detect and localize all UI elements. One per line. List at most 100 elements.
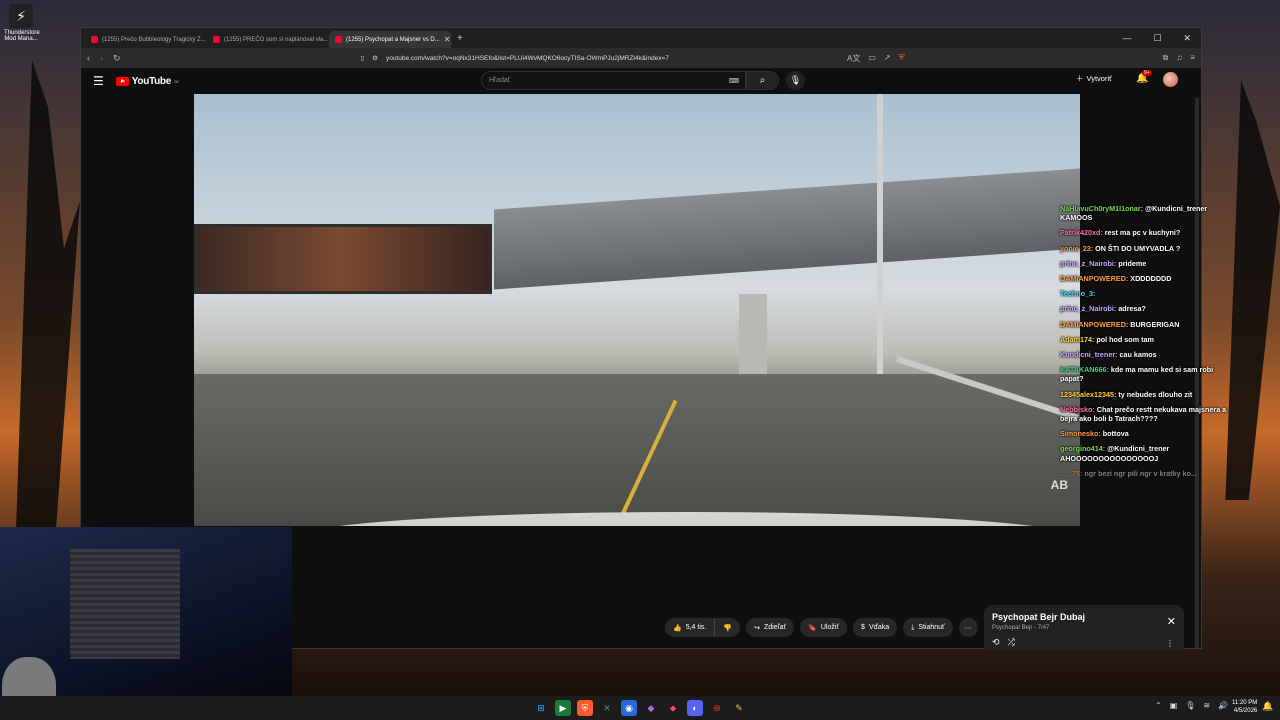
youtube-logo[interactable]: YouTube SK — [115, 76, 179, 87]
chat-text: cau kamos — [1119, 350, 1157, 360]
tab-title: (1255) Prečo Bubbleology Tragický Z... — [102, 36, 206, 43]
chat-message: Nebbisko: Chat prečo restt nekukava majs… — [1060, 405, 1228, 423]
chat-message: ...._75: ngr bezi ngr pili ngr v kratky … — [1060, 469, 1228, 478]
app-yellow-icon[interactable]: ✎ — [731, 700, 747, 716]
keyboard-icon[interactable]: ⌨ — [729, 77, 739, 85]
chat-text: XDDDDDDD — [1130, 274, 1172, 284]
plus-icon: ＋ — [1076, 74, 1084, 83]
chat-text: ngr bezi ngr pili ngr v kratky ko... — [1084, 468, 1198, 478]
translate-icon[interactable]: A文 — [847, 53, 860, 64]
app-blue-icon[interactable]: ◉ — [621, 700, 637, 716]
search-icon: ⌕ — [759, 75, 766, 86]
video-actions: 👍 5,4 tis. 👎 ↪ Zdieľať 🔖 Uložiť $ Vďaka … — [665, 618, 978, 637]
chat-text: BURGERIGAN — [1130, 319, 1180, 329]
cast-icon[interactable]: ▭ — [868, 53, 876, 64]
app-red-icon[interactable]: ⊛ — [709, 700, 725, 716]
close-playlist-icon[interactable]: ✕ — [1167, 615, 1176, 628]
youtube-favicon-icon — [91, 36, 98, 43]
desktop-shortcut-thunderstore[interactable]: ⚡ Thunderstore Mod Mana... — [4, 4, 40, 42]
download-button[interactable]: ⤓ Stiahnuť — [903, 618, 953, 637]
video-scene-billboard — [194, 224, 492, 294]
chat-message: princ_z_Nairobi: prideme — [1060, 259, 1228, 268]
new-tab-button[interactable]: + — [457, 33, 463, 44]
chat-text: bottova — [1102, 429, 1129, 439]
bookmark-icon[interactable]: ▯ — [361, 54, 365, 62]
brave-icon[interactable]: ⛨ — [577, 700, 593, 716]
video-player[interactable]: AB — [194, 94, 1080, 526]
minimize-icon[interactable]: — — [1122, 33, 1131, 44]
palm-silhouette-left — [16, 60, 80, 530]
site-info-icon[interactable]: ⚙ — [372, 54, 378, 62]
discord-icon[interactable]: ◐ — [687, 700, 703, 716]
playlist-controls: ⟲ ⤮ — [992, 637, 1015, 648]
like-count: 5,4 tis. — [685, 624, 707, 631]
create-label: Vytvoriť — [1086, 74, 1112, 83]
mic-tray-icon[interactable]: 🎙 — [1185, 701, 1195, 710]
tray-app-icon[interactable]: ▣ — [1170, 701, 1178, 710]
thanks-label: Vďaka — [868, 624, 890, 631]
save-button[interactable]: 🔖 Uložiť — [800, 618, 848, 637]
close-window-icon[interactable]: ✕ — [1183, 33, 1191, 44]
reload-icon[interactable]: ↻ — [113, 53, 121, 64]
like-button[interactable]: 👍 5,4 tis. — [665, 618, 715, 637]
chat-username: georgino414: — [1060, 444, 1108, 454]
app-purple-icon[interactable]: ◆ — [643, 700, 659, 716]
playlist-more-icon[interactable]: ⋮ — [1166, 639, 1174, 648]
map-pin-icon[interactable]: ⬥ — [665, 700, 681, 716]
back-icon[interactable]: ‹ — [87, 53, 90, 63]
xbox-icon[interactable]: ✕ — [599, 700, 615, 716]
search-button[interactable]: ⌕ — [746, 71, 779, 90]
playlist-channel[interactable]: Psychopat Bejr — [992, 625, 1032, 631]
video-scene-pole — [877, 94, 883, 374]
browser-tab-2[interactable]: (1255) PREČO som si naplánoval vla... — [207, 31, 329, 48]
share-button[interactable]: ↪ Zdieľať — [746, 618, 795, 637]
url-field[interactable]: ▯ ⚙ youtube.com/watch?v=oqNx31HSEfo&list… — [361, 51, 837, 65]
notification-center-icon[interactable]: 🔔 — [1262, 701, 1273, 712]
avatar[interactable] — [1163, 72, 1178, 87]
chat-username: 12345alex12345: — [1060, 389, 1119, 399]
shuffle-icon[interactable]: ⤮ — [1008, 637, 1015, 648]
hamburger-menu-icon[interactable]: ☰ — [93, 74, 104, 88]
voice-search-button[interactable]: 🎙 — [786, 71, 805, 90]
brave-shield-icon[interactable]: ⛨ — [899, 53, 905, 64]
wifi-icon[interactable]: ≋ — [1203, 701, 1210, 710]
address-bar: ‹ › ↻ ▯ ⚙ youtube.com/watch?v=oqNx31HSEf… — [81, 48, 1201, 68]
app-green-icon[interactable]: ▶ — [555, 700, 571, 716]
maximize-icon[interactable]: ☐ — [1153, 33, 1161, 44]
volume-icon[interactable]: 🔊 — [1218, 701, 1228, 710]
dislike-button[interactable]: 👎 — [714, 618, 741, 637]
thanks-button[interactable]: $ Vďaka — [853, 618, 898, 637]
chevron-up-icon[interactable]: ⌃ — [1155, 701, 1162, 710]
chat-username: ...._75: — [1060, 468, 1085, 478]
loop-icon[interactable]: ⟲ — [992, 637, 1000, 648]
tab-title: (1255) Psychopat a Majsner vs D... — [346, 36, 440, 43]
video-scene-bridge — [494, 168, 1080, 290]
chat-username: Patrik420xd: — [1060, 228, 1105, 238]
taskbar-clock[interactable]: 11:20 PM 4/5/2026 — [1232, 699, 1257, 715]
chat-username: Kundicni_trener: — [1060, 350, 1120, 360]
forward-icon[interactable]: › — [100, 53, 103, 63]
save-label: Uložiť — [820, 624, 840, 631]
chat-message: Simonesko: bottova — [1060, 429, 1228, 438]
more-actions-button[interactable]: ⋯ — [958, 618, 978, 637]
search-input[interactable]: Hľadať ⌨ — [481, 71, 746, 90]
create-button[interactable]: ＋ Vytvoriť — [1076, 73, 1112, 84]
chat-text: ON ŠTI DO UMYVADLA ? — [1095, 243, 1181, 253]
notifications-button[interactable]: 🔔 9+ — [1136, 70, 1152, 84]
share-icon[interactable]: ↗ — [884, 53, 891, 64]
start-icon[interactable]: ⊞ — [533, 700, 549, 716]
playlist-panel[interactable]: Psychopat Bejr Dubaj Psychopat Bejr - 7/… — [984, 605, 1184, 650]
browser-tab-1[interactable]: (1255) Prečo Bubbleology Tragický Z... — [85, 31, 207, 48]
chat-username: yonie_23: — [1060, 243, 1096, 253]
webcam-window-blind — [70, 549, 180, 659]
close-tab-icon[interactable]: ✕ — [444, 35, 451, 44]
bookmark-save-icon: 🔖 — [808, 624, 817, 632]
chat-message: princ_z_Nairobi: adresa? — [1060, 304, 1228, 313]
extensions-icon[interactable]: ⧉ — [1163, 53, 1169, 64]
chat-username: Techno_3: — [1060, 289, 1096, 299]
browser-tab-3-active[interactable]: (1255) Psychopat a Majsner vs D... ✕ — [329, 31, 451, 48]
taskbar: ⊞ ▶ ⛨ ✕ ◉ ◆ ⬥ ◐ ⊛ ✎ ⌃ ▣ 🎙 ≋ 🔊 11:20 PM 4… — [0, 696, 1280, 720]
browser-menu-icon[interactable]: ≡ — [1190, 53, 1195, 64]
url-text: youtube.com/watch?v=oqNx31HSEfo&list=PLU… — [385, 54, 669, 62]
music-icon[interactable]: ♫ — [1176, 53, 1182, 64]
